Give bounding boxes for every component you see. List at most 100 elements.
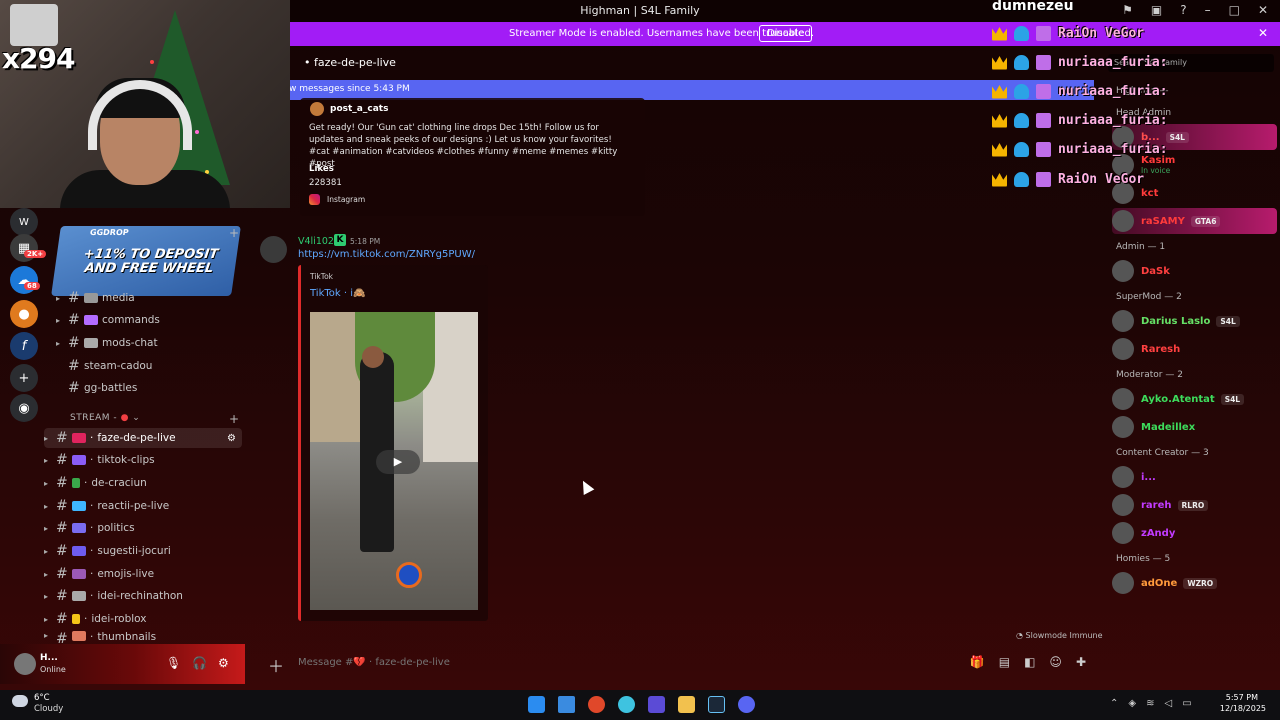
- weather-temp[interactable]: 6°C: [34, 693, 50, 703]
- clock-time[interactable]: 5:57 PM: [1226, 693, 1258, 702]
- tree-light: [150, 60, 154, 64]
- member-row[interactable]: DaSk: [1112, 258, 1277, 284]
- member-row[interactable]: adOne WZRO: [1112, 570, 1277, 596]
- expand-icon: ▸: [44, 569, 49, 579]
- member-row[interactable]: Madeillex: [1112, 414, 1277, 440]
- server-icon-f[interactable]: f: [10, 332, 38, 360]
- headphones-icon[interactable]: 🎧: [192, 656, 207, 670]
- apps-icon[interactable]: ✚: [1076, 655, 1086, 669]
- channel-emoji-icon: [72, 569, 86, 579]
- settings-icon[interactable]: ⚙: [218, 656, 229, 670]
- battery-icon[interactable]: ▭: [1182, 698, 1191, 709]
- gift-icon[interactable]: 🎁: [970, 655, 985, 669]
- embed-title[interactable]: TikTok · i🙈: [310, 288, 365, 299]
- slowmode-text: Slowmode Immune: [1025, 631, 1103, 640]
- volume-icon[interactable]: ◁: [1164, 698, 1172, 709]
- channel-tiktok-clips[interactable]: ▸ # · tiktok-clips: [44, 450, 234, 470]
- channel-thumbnails[interactable]: ▸ # · thumbnails: [44, 631, 234, 644]
- gif-icon[interactable]: ▤: [999, 655, 1010, 669]
- embed-author[interactable]: post_a_cats: [330, 104, 388, 114]
- channel-name: commands: [102, 314, 160, 326]
- add-channel-icon[interactable]: +: [229, 412, 239, 426]
- member-row[interactable]: Ayko.Atentat S4L: [1112, 386, 1277, 412]
- clock-date[interactable]: 12/18/2025: [1220, 704, 1266, 713]
- gamepad-icon: [72, 546, 86, 556]
- emoji-icon[interactable]: ☺: [1049, 655, 1062, 669]
- member-row[interactable]: i...: [1112, 464, 1277, 490]
- ggdrop-promo-banner[interactable]: GGDROP +11% TO DEPOSIT AND FREE WHEEL: [51, 226, 241, 296]
- discover-icon[interactable]: ◉: [10, 394, 38, 422]
- member-row[interactable]: raSAMY GTA6: [1112, 208, 1277, 234]
- member-row[interactable]: Darius Laslo S4L: [1112, 308, 1277, 334]
- channel-mods-chat[interactable]: ▸ # mods-chat: [56, 333, 246, 353]
- category-stream[interactable]: STREAM - ● ⌄: [70, 413, 140, 423]
- channel-de-craciun[interactable]: ▸ # · de-craciun: [44, 473, 234, 493]
- close-window-icon[interactable]: ✕: [1258, 3, 1268, 17]
- chevron-up-icon[interactable]: ⌃: [1110, 698, 1118, 709]
- member-name-box: Darius Laslo: [1141, 316, 1210, 327]
- add-channel-icon[interactable]: +: [229, 226, 239, 240]
- m365-icon[interactable]: [648, 696, 665, 713]
- member-row[interactable]: Raresh: [1112, 336, 1277, 362]
- avatar[interactable]: [260, 236, 287, 263]
- explorer-window-icon[interactable]: [558, 696, 575, 713]
- sticker-icon[interactable]: ◧: [1024, 655, 1035, 669]
- channel-faze-de-pe-live[interactable]: ▸ # · faze-de-pe-live ⚙: [44, 428, 242, 448]
- channel-idei-roblox[interactable]: ▸ # · idei-roblox: [44, 609, 234, 629]
- microphone-icon[interactable]: 🎙: [166, 656, 181, 670]
- brave-icon[interactable]: [588, 696, 605, 713]
- play-icon[interactable]: ▶: [376, 450, 420, 474]
- channel-emoji-icon: [72, 523, 86, 533]
- new-messages-bar[interactable]: w messages since 5:43 PM: [289, 80, 1094, 100]
- message-author[interactable]: V4li102: [298, 236, 334, 247]
- member-row[interactable]: zAndy: [1112, 520, 1277, 546]
- member-row[interactable]: rareh RLRO: [1112, 492, 1277, 518]
- crown-badge-icon: [992, 56, 1007, 70]
- system-tray: ⌃ ◈ ≋ ◁ ▭: [1110, 698, 1192, 709]
- message-link[interactable]: https://vm.tiktok.com/ZNRYg5PUW/: [298, 249, 475, 260]
- server-icon-orange[interactable]: ●: [10, 300, 38, 328]
- gift-badge-icon: [1036, 25, 1051, 41]
- channel-name: steam-cadou: [84, 360, 153, 372]
- hash-icon: #: [56, 543, 68, 559]
- new-messages-text: w messages since 5:43 PM: [289, 84, 410, 94]
- message-input[interactable]: [298, 657, 698, 668]
- channel-idei-rechinathon[interactable]: ▸ # · idei-rechinathon: [44, 586, 234, 606]
- channel-sugestii-jocuri[interactable]: ▸ # · sugestii-jocuri: [44, 541, 234, 561]
- video-thumbnail[interactable]: ▶: [310, 312, 478, 610]
- overlay-streamer-name: dumnezeu: [992, 0, 1074, 14]
- add-server-icon[interactable]: +: [10, 364, 38, 392]
- discord-icon[interactable]: [738, 696, 755, 713]
- overlay-chat-text: nuriaaa_furia:: [1058, 141, 1168, 157]
- steam-icon[interactable]: [708, 696, 725, 713]
- disable-button[interactable]: Disable: [759, 25, 813, 42]
- overlay-chat-text: nuriaaa_furia:: [1058, 112, 1168, 128]
- wifi-icon[interactable]: ≋: [1146, 698, 1154, 709]
- copilot-icon[interactable]: [618, 696, 635, 713]
- network-icon[interactable]: ◈: [1128, 698, 1136, 709]
- channel-steam-cadou[interactable]: # steam-cadou: [56, 356, 246, 376]
- channel-name: tiktok-clips: [97, 454, 155, 466]
- attach-plus-icon[interactable]: ＋: [268, 653, 284, 677]
- close-icon[interactable]: ✕: [1258, 26, 1268, 40]
- channel-commands[interactable]: ▸ # commands: [56, 310, 246, 330]
- maximize-icon[interactable]: □: [1229, 3, 1240, 17]
- channel-media[interactable]: ▸ # media: [56, 288, 246, 308]
- channel-reactii-pe-live[interactable]: ▸ # · reactii-pe-live: [44, 496, 234, 516]
- settings-icon[interactable]: ⚙: [227, 433, 236, 444]
- channel-politics[interactable]: ▸ # · politics: [44, 518, 234, 538]
- gift-badge-icon: [1036, 112, 1051, 128]
- user-name[interactable]: H...: [40, 653, 58, 663]
- gift-badge-icon: [1036, 171, 1051, 187]
- server-icon-w[interactable]: W: [10, 208, 38, 236]
- gift-badge-icon: [1036, 83, 1051, 99]
- avatar[interactable]: [14, 653, 36, 675]
- server-tag: WZRO: [1183, 577, 1218, 589]
- folder-icon[interactable]: [678, 696, 695, 713]
- channel-emojis-live[interactable]: ▸ # · emojis-live: [44, 564, 234, 584]
- channel-emoji-icon: [72, 455, 86, 465]
- hash-icon: #: [56, 452, 68, 468]
- weather-desc[interactable]: Cloudy: [34, 704, 63, 714]
- channel-gg-battles[interactable]: # gg-battles: [56, 378, 246, 398]
- start-icon[interactable]: [528, 696, 545, 713]
